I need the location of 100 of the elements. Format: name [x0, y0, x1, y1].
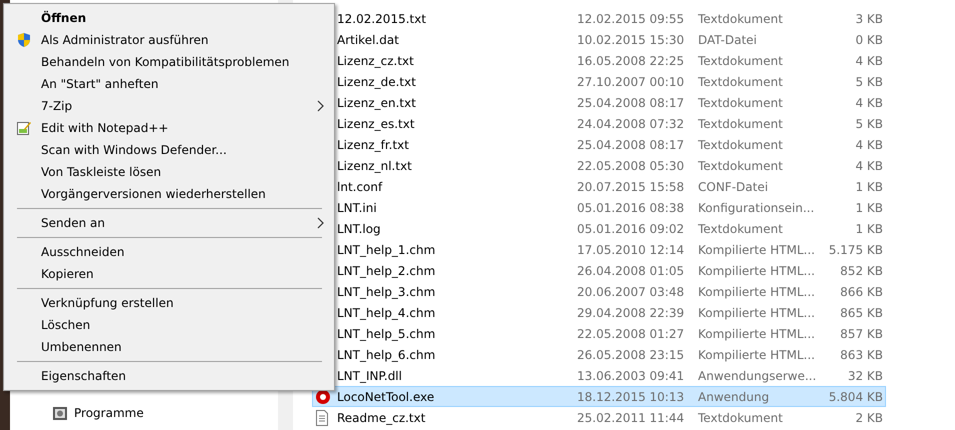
- menu-item[interactable]: Vorgängerversionen wiederherstellen: [6, 183, 332, 205]
- file-date: 26.05.2008 23:15: [577, 348, 686, 362]
- file-name: Lizenz_cz.txt: [337, 54, 415, 68]
- file-type: CONF-Datei: [698, 180, 770, 194]
- file-date: 12.02.2015 09:55: [577, 12, 686, 26]
- file-name: lnt.conf: [337, 180, 384, 194]
- file-type: Kompilierte HTML...: [698, 306, 816, 320]
- file-name: LNT.ini: [337, 200, 378, 214]
- programs-icon: [52, 405, 68, 421]
- file-type: DAT-Datei: [698, 32, 758, 46]
- file-row[interactable]: Readme_cz.txt 25.02.2011 11:44 Textdokument 2 KB: [312, 407, 886, 428]
- file-date: 18.12.2015 10:13: [577, 390, 686, 404]
- file-type: Kompilierte HTML...: [698, 242, 816, 256]
- file-size: 5 KB: [854, 116, 884, 130]
- navigation-item[interactable]: Programme: [74, 406, 144, 420]
- file-name: LNT_help_3.chm: [337, 284, 436, 298]
- file-type: Kompilierte HTML...: [698, 348, 816, 362]
- shield-icon: [16, 32, 32, 48]
- file-type: Anwendungserwe...: [698, 368, 818, 382]
- menu-item[interactable]: Scan with Windows Defender...: [6, 139, 332, 161]
- file-type: Textdokument: [698, 138, 784, 152]
- file-size: 866 KB: [839, 284, 884, 298]
- file-date: 25.04.2008 08:17: [577, 96, 686, 110]
- file-size: 863 KB: [839, 348, 884, 362]
- file-date: 05.01.2016 08:38: [577, 200, 686, 214]
- file-size: 1 KB: [854, 200, 884, 214]
- file-size: 5.175 KB: [828, 242, 884, 256]
- menu-item[interactable]: Öffnen: [6, 7, 332, 29]
- file-size: 865 KB: [839, 306, 884, 320]
- file-name: LNT_help_1.chm: [337, 242, 436, 256]
- file-date: 17.05.2010 12:14: [577, 242, 686, 256]
- file-size: 1 KB: [854, 222, 884, 236]
- file-name: LNT.log: [337, 222, 382, 236]
- menu-item[interactable]: Als Administrator ausführen: [6, 29, 332, 51]
- file-size: 852 KB: [839, 264, 884, 278]
- file-size: 857 KB: [839, 326, 884, 340]
- file-size: 0 KB: [854, 32, 884, 46]
- file-size: 1 KB: [854, 180, 884, 194]
- file-name: LocoNetTool.exe: [337, 390, 436, 404]
- file-date: 20.06.2007 03:48: [577, 284, 686, 298]
- file-type: Kompilierte HTML...: [698, 326, 816, 340]
- file-size: 4 KB: [854, 96, 884, 110]
- file-type: Kompilierte HTML...: [698, 284, 816, 298]
- file-name: 12.02.2015.txt: [337, 12, 428, 26]
- menu-item[interactable]: Edit with Notepad++: [6, 117, 332, 139]
- text-file-icon: [315, 410, 329, 426]
- menu-item[interactable]: Löschen: [6, 314, 332, 336]
- notepad-icon: [16, 120, 32, 136]
- file-type: Textdokument: [698, 410, 784, 424]
- file-type: Textdokument: [698, 96, 784, 110]
- file-type: Anwendung: [698, 390, 770, 404]
- file-size: 3 KB: [854, 12, 884, 26]
- file-date: 26.04.2008 01:05: [577, 264, 686, 278]
- file-type: Textdokument: [698, 158, 784, 172]
- file-date: 16.05.2008 22:25: [577, 54, 686, 68]
- menu-item[interactable]: Umbenennen: [6, 336, 332, 358]
- file-date: 05.01.2016 09:02: [577, 222, 686, 236]
- file-size: 5.804 KB: [828, 390, 884, 404]
- file-type: Textdokument: [698, 74, 784, 88]
- menu-item[interactable]: Behandeln von Kompatibilitätsproblemen: [6, 51, 332, 73]
- file-name: Lizenz_nl.txt: [337, 158, 413, 172]
- menu-item[interactable]: An "Start" anheften: [6, 73, 332, 95]
- file-size: 2 KB: [854, 410, 884, 424]
- file-date: 25.02.2011 11:44: [577, 410, 686, 424]
- file-date: 20.07.2015 15:58: [577, 180, 686, 194]
- file-size: 5 KB: [854, 74, 884, 88]
- menu-item[interactable]: Kopieren: [6, 263, 332, 285]
- menu-item[interactable]: Senden an: [6, 212, 332, 234]
- file-date: 27.10.2007 00:10: [577, 74, 686, 88]
- file-name: Readme_cz.txt: [337, 410, 426, 424]
- file-name: Lizenz_de.txt: [337, 74, 417, 88]
- file-date: 22.05.2008 05:30: [577, 158, 686, 172]
- menu-item[interactable]: Verknüpfung erstellen: [6, 292, 332, 314]
- file-date: 10.02.2015 15:30: [577, 32, 686, 46]
- file-type: Textdokument: [698, 12, 784, 26]
- file-date: 25.04.2008 08:17: [577, 138, 686, 152]
- file-size: 4 KB: [854, 138, 884, 152]
- file-type: Kompilierte HTML...: [698, 264, 816, 278]
- menu-item[interactable]: Von Taskleiste lösen: [6, 161, 332, 183]
- file-type: Konfigurationsein...: [698, 200, 816, 214]
- file-type: Textdokument: [698, 54, 784, 68]
- file-date: 24.04.2008 07:32: [577, 116, 686, 130]
- file-date: 13.06.2003 09:41: [577, 368, 686, 382]
- file-size: 4 KB: [854, 54, 884, 68]
- file-type: Textdokument: [698, 116, 784, 130]
- file-name: LNT_help_2.chm: [337, 264, 436, 278]
- selected-file-row[interactable]: LocoNetTool.exe 18.12.2015 10:13 Anwendung 5.804 KB: [312, 386, 886, 407]
- file-name: LNT_help_6.chm: [337, 348, 436, 362]
- file-date: 29.04.2008 22:39: [577, 306, 686, 320]
- file-date: 22.05.2008 01:27: [577, 326, 686, 340]
- file-name: Lizenz_es.txt: [337, 116, 416, 130]
- menu-item[interactable]: Ausschneiden: [6, 241, 332, 263]
- file-name: LNT_help_4.chm: [337, 306, 436, 320]
- file-name: Lizenz_en.txt: [337, 96, 417, 110]
- menu-item[interactable]: 7-Zip: [6, 95, 332, 117]
- file-type: Textdokument: [698, 222, 784, 236]
- file-name: Lizenz_fr.txt: [337, 138, 410, 152]
- file-size: 4 KB: [854, 158, 884, 172]
- file-name: Artikel.dat: [337, 32, 400, 46]
- menu-item[interactable]: Eigenschaften: [6, 365, 332, 387]
